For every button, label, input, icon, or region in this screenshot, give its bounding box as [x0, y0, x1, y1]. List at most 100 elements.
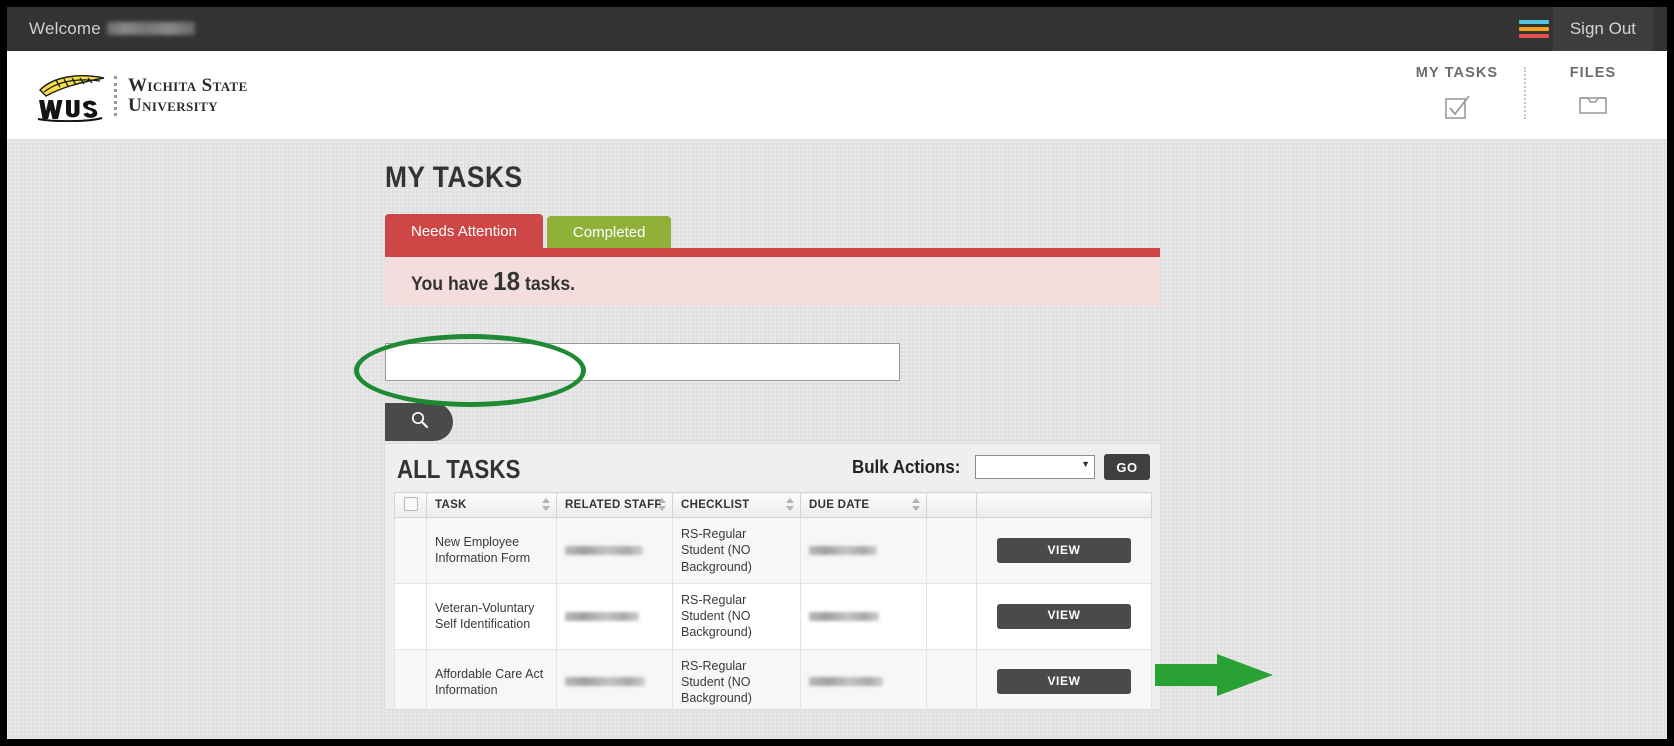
bulk-actions-group: Bulk Actions: GO — [852, 454, 1150, 480]
cell-related-staff — [556, 582, 673, 650]
panel-title: ALL TASKS — [397, 454, 521, 484]
redacted-value — [565, 677, 645, 687]
screenshot-frame: Welcome Sign Out Wichita State Universit… — [0, 0, 1674, 746]
logo-divider — [114, 76, 117, 116]
tasks-table-body: New Employee Information Form RS-Regular… — [394, 517, 1152, 709]
redacted-value — [565, 611, 639, 621]
row-select-cell[interactable] — [394, 648, 427, 709]
cell-action: VIEW — [976, 517, 1152, 584]
cell-spacer — [926, 582, 977, 650]
cell-checklist: RS-Regular Student (NO Background) — [672, 582, 801, 650]
task-count-number: 18 — [493, 266, 521, 296]
annotation-arrow-view-button — [1155, 654, 1275, 696]
col-due-date[interactable]: DUE DATE — [800, 492, 927, 518]
col-checklist[interactable]: CHECKLIST — [672, 492, 801, 518]
wsu-wordmark: Wichita State University — [128, 74, 248, 116]
task-count-text: You have 18 tasks. — [411, 266, 575, 297]
col-checklist-label: CHECKLIST — [681, 499, 750, 511]
search-input[interactable] — [386, 344, 899, 380]
cell-due-date — [800, 648, 927, 709]
col-task-label: TASK — [435, 499, 467, 511]
bulk-actions-label: Bulk Actions: — [851, 456, 961, 477]
sort-icon-task[interactable] — [541, 498, 550, 512]
task-count-prefix: You have — [411, 274, 489, 295]
brand-header: Wichita State University MY TASKS FILES — [7, 51, 1667, 142]
sort-icon-related-staff[interactable] — [657, 498, 666, 512]
welcome-text: Welcome — [29, 19, 195, 39]
tab-completed[interactable]: Completed — [546, 216, 672, 248]
sort-icon-checklist[interactable] — [785, 498, 794, 512]
view-button[interactable]: VIEW — [997, 537, 1131, 563]
cell-task: Veteran-Voluntary Self Identification — [426, 582, 557, 650]
header-nav: MY TASKS FILES — [1401, 57, 1649, 137]
table-row[interactable]: New Employee Information Form RS-Regular… — [394, 517, 1152, 584]
checkbox-check-icon — [1401, 92, 1513, 122]
col-related-staff-label: RELATED STAFF — [565, 499, 662, 511]
wsu-shocker-logo-icon — [32, 70, 110, 123]
view-button[interactable]: VIEW — [997, 669, 1131, 695]
wordmark-line-2: University — [128, 95, 218, 116]
row-select-cell[interactable] — [394, 582, 427, 650]
cell-action: VIEW — [976, 648, 1152, 709]
nav-label-files: FILES — [1569, 65, 1617, 81]
cell-checklist: RS-Regular Student (NO Background) — [672, 648, 801, 709]
task-count-banner: You have 18 tasks. — [385, 257, 1160, 306]
cell-task: New Employee Information Form — [426, 517, 557, 584]
cell-related-staff — [556, 517, 673, 584]
nav-item-files[interactable]: FILES — [1537, 57, 1649, 118]
cell-due-date — [800, 517, 927, 584]
cell-action: VIEW — [976, 582, 1152, 650]
redacted-value — [809, 545, 877, 555]
view-button[interactable]: VIEW — [997, 603, 1131, 629]
col-task[interactable]: TASK — [426, 492, 557, 518]
col-actions — [976, 492, 1152, 518]
hamburger-bar-2 — [1519, 27, 1549, 31]
sign-out-button[interactable]: Sign Out — [1552, 7, 1653, 51]
col-due-date-label: DUE DATE — [809, 499, 870, 511]
nav-item-my-tasks[interactable]: MY TASKS — [1401, 57, 1513, 122]
bulk-actions-select[interactable] — [975, 455, 1095, 479]
table-row[interactable]: Veteran-Voluntary Self Identification RS… — [394, 582, 1152, 650]
hamburger-bar-3 — [1519, 34, 1549, 38]
redacted-value — [809, 611, 879, 621]
task-count-suffix: tasks. — [524, 274, 576, 295]
sort-icon-due-date[interactable] — [911, 498, 920, 512]
col-spacer — [926, 492, 977, 518]
table-header-row: TASK RELATED STAFF CHECKLIST DUE DATE — [394, 492, 1152, 518]
hamburger-bar-1 — [1519, 20, 1549, 24]
search-icon — [410, 410, 429, 434]
page-content: MY TASKS Needs Attention Completed You h… — [7, 139, 1667, 739]
go-button[interactable]: GO — [1104, 454, 1150, 480]
cell-related-staff — [556, 648, 673, 709]
cell-spacer — [926, 648, 977, 709]
cell-checklist: RS-Regular Student (NO Background) — [672, 517, 801, 584]
nav-label-my-tasks: MY TASKS — [1415, 65, 1499, 81]
search-input-wrapper[interactable] — [385, 343, 900, 381]
welcome-label: Welcome — [29, 19, 101, 38]
row-select-cell[interactable] — [394, 517, 427, 584]
wordmark-line-1: Wichita State — [128, 74, 248, 96]
tab-needs-attention[interactable]: Needs Attention — [385, 214, 543, 248]
search-button[interactable] — [385, 403, 453, 441]
task-tabs: Needs Attention Completed — [385, 214, 672, 248]
top-utility-bar: Welcome Sign Out — [7, 7, 1667, 52]
select-all-checkbox[interactable] — [403, 496, 418, 511]
hamburger-menu-icon[interactable] — [1519, 20, 1549, 39]
col-related-staff[interactable]: RELATED STAFF — [556, 492, 673, 518]
all-tasks-panel: ALL TASKS Bulk Actions: GO — [385, 444, 1160, 709]
cell-spacer — [926, 517, 977, 584]
table-row[interactable]: Affordable Care Act Information RS-Regul… — [394, 648, 1152, 709]
col-select-all[interactable] — [394, 492, 427, 518]
inbox-tray-icon — [1537, 92, 1649, 118]
tasks-table: TASK RELATED STAFF CHECKLIST DUE DATE Ne… — [394, 492, 1152, 709]
wsu-logo[interactable]: Wichita State University — [32, 68, 282, 124]
cell-due-date — [800, 582, 927, 650]
redacted-value — [565, 545, 643, 555]
nav-divider — [1524, 67, 1526, 119]
redacted-username — [106, 22, 195, 35]
tab-underline-bar — [385, 248, 1160, 257]
page-title: MY TASKS — [385, 161, 523, 194]
cell-task: Affordable Care Act Information — [426, 648, 557, 709]
panel-header: ALL TASKS Bulk Actions: GO — [385, 444, 1160, 492]
redacted-value — [809, 677, 883, 687]
